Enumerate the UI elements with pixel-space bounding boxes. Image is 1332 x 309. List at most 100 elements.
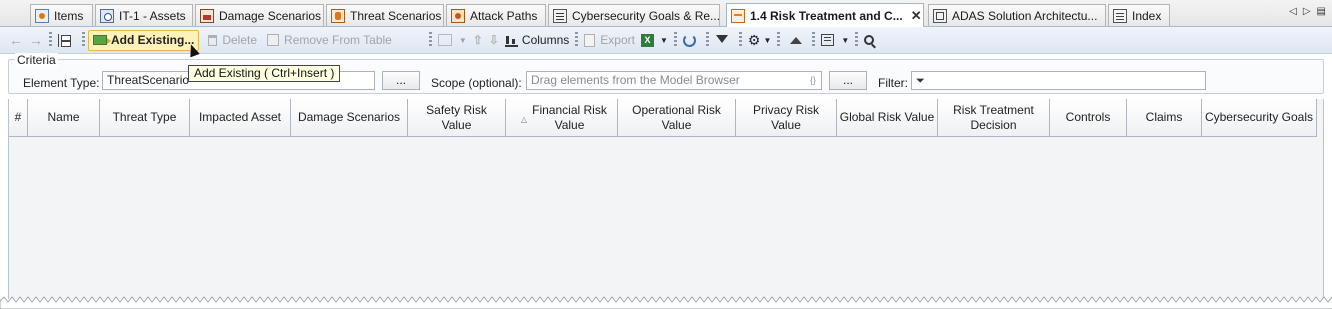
close-icon[interactable]: ✕ (911, 8, 922, 24)
element-type-browse-button[interactable]: ... (382, 71, 420, 90)
move-down-button[interactable]: ⇩ (486, 29, 502, 51)
tab-prev-icon[interactable]: ◁ (1289, 6, 1297, 17)
collapse-up-icon (790, 36, 803, 44)
chevron-down-icon: ▼ (841, 35, 850, 45)
table-toolbar: Add Existing... Delete Remove From Table… (0, 27, 1332, 54)
move-down-icon: ⇩ (488, 33, 499, 47)
filter-field[interactable]: ⏷ (911, 71, 1206, 90)
filter-label: Filter: (878, 76, 908, 90)
columns-icon (504, 34, 518, 47)
tab-it1-assets[interactable]: IT-1 - Assets (95, 4, 193, 26)
risk-treatment-table[interactable]: # Name Threat Type Impacted Asset Damage… (8, 99, 1324, 299)
torn-edge (0, 296, 1332, 309)
toolbar-separator (673, 32, 677, 48)
move-up-button[interactable]: ⇧ (470, 29, 486, 51)
column-header-threat-type[interactable]: Threat Type (100, 99, 190, 137)
toolbar-separator (855, 32, 859, 48)
delete-button[interactable]: Delete (205, 29, 260, 51)
column-header-global-risk-value[interactable]: Global Risk Value (837, 99, 938, 137)
tab-label: 1.4 Risk Treatment and C... (750, 8, 903, 23)
column-header-label: Financial Risk Value (532, 102, 607, 132)
column-header-claims[interactable]: Claims (1127, 99, 1202, 137)
layout-button[interactable]: ▼ (818, 29, 852, 51)
tab-label: Items (54, 8, 84, 23)
tab-cybersecurity-goals[interactable]: Cybersecurity Goals & Re... (548, 4, 720, 26)
attack-icon (451, 8, 465, 23)
scope-label: Scope (optional): (431, 76, 522, 90)
chevron-down-icon: ▼ (763, 35, 772, 45)
add-existing-icon (93, 35, 111, 45)
toolbar-separator (812, 32, 816, 48)
tab-label: Threat Scenarios (350, 8, 442, 23)
tab-attack-paths[interactable]: Attack Paths (446, 4, 546, 26)
column-header-financial-risk-value[interactable]: △ Financial Risk Value (506, 99, 618, 137)
scope-browse-button[interactable]: ... (829, 71, 867, 90)
tab-label: IT-1 - Assets (119, 8, 186, 23)
toolbar-separator (575, 32, 579, 48)
filter-funnel-icon[interactable]: ⏷ (916, 75, 925, 87)
scope-field[interactable]: Drag elements from the Model Browser {} (526, 71, 822, 90)
back-button[interactable] (6, 29, 26, 51)
tab-index[interactable]: Index (1108, 4, 1170, 26)
tab-next-icon[interactable]: ▷ (1303, 6, 1311, 17)
trash-icon (208, 34, 218, 46)
refresh-button[interactable] (680, 29, 703, 51)
diagram-icon (933, 8, 947, 23)
tab-menu-icon[interactable]: ▤ (1317, 6, 1326, 17)
move-dropdown-button[interactable]: ▼ (435, 29, 470, 51)
toolbar-separator (82, 32, 85, 48)
toolbar-separator (738, 32, 742, 48)
move-up-icon: ⇧ (472, 33, 483, 47)
table-header: # Name Threat Type Impacted Asset Damage… (9, 99, 1317, 137)
column-header-cybersecurity-goals[interactable]: Cybersecurity Goals (1202, 99, 1317, 137)
export-label: Export (600, 33, 635, 47)
toolbar-separator (777, 32, 781, 48)
excel-export-button[interactable]: X ▼ (638, 29, 671, 51)
tab-items[interactable]: Items (30, 4, 93, 26)
filter-button[interactable] (712, 29, 736, 51)
show-tree-button[interactable] (55, 29, 79, 51)
add-existing-label: Add Existing... (111, 33, 195, 47)
columns-button[interactable]: Columns (502, 29, 572, 51)
toolbar-separator (49, 32, 52, 48)
column-header-controls[interactable]: Controls (1050, 99, 1127, 137)
column-header-damage-scenarios[interactable]: Damage Scenarios (291, 99, 408, 137)
damage-icon (200, 8, 214, 23)
column-header-name[interactable]: Name (28, 99, 100, 137)
tab-label: Index (1132, 8, 1162, 23)
column-header-operational-risk-value[interactable]: Operational Risk Value (618, 99, 736, 137)
tab-label: Damage Scenarios (219, 8, 322, 23)
delete-label: Delete (222, 33, 258, 47)
forward-button[interactable] (26, 29, 46, 51)
column-header-impacted-asset[interactable]: Impacted Asset (190, 99, 291, 137)
columns-label: Columns (521, 33, 570, 47)
tab-label: Cybersecurity Goals & Re... (572, 8, 720, 23)
tab-threat-scenarios[interactable]: Threat Scenarios (326, 4, 444, 26)
column-header-privacy-risk-value[interactable]: Privacy Risk Value (736, 99, 837, 137)
remove-from-table-button[interactable]: Remove From Table (264, 29, 395, 51)
criteria-title: Criteria (15, 53, 58, 67)
sort-ascending-icon: △ (521, 115, 528, 124)
options-button[interactable]: ⚙ ▼ (745, 29, 774, 51)
add-existing-button[interactable]: Add Existing... (88, 29, 200, 51)
forward-arrow-icon (29, 32, 43, 48)
remove-icon (267, 34, 280, 46)
tab-damage-scenarios[interactable]: Damage Scenarios (195, 4, 324, 26)
excel-icon: X (640, 33, 654, 47)
back-arrow-icon (9, 32, 23, 48)
column-header-number[interactable]: # (9, 99, 28, 137)
list-layout-icon (821, 34, 835, 46)
editor-tab-bar: Items IT-1 - Assets Damage Scenarios Thr… (0, 0, 1332, 27)
tab-adas-architecture[interactable]: ADAS Solution Architectu... (928, 4, 1106, 26)
collapse-button[interactable] (783, 29, 809, 51)
search-button[interactable] (861, 29, 881, 51)
chevron-down-icon: ▼ (458, 35, 467, 45)
export-button[interactable]: Export (581, 29, 638, 51)
tab-label: Attack Paths (470, 8, 538, 23)
tab-risk-treatment[interactable]: 1.4 Risk Treatment and C... ✕ (726, 3, 924, 27)
refresh-icon (682, 33, 696, 47)
move-icon (437, 34, 452, 46)
tab-label: ADAS Solution Architectu... (952, 8, 1098, 23)
column-header-safety-risk-value[interactable]: Safety Risk Value (408, 99, 506, 137)
column-header-risk-treatment-decision[interactable]: Risk Treatment Decision (938, 99, 1050, 137)
